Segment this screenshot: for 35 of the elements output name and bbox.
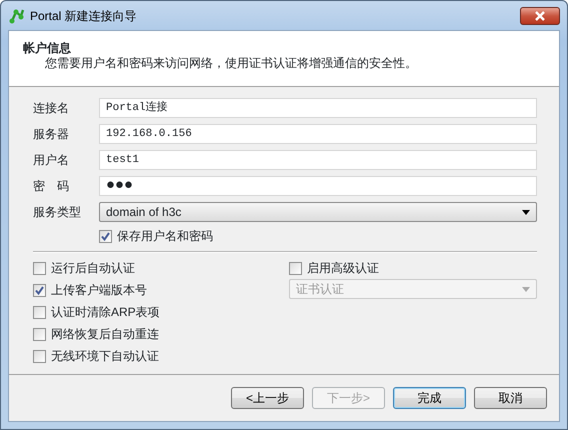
field-label: 密 码 — [33, 178, 70, 195]
wizard-button[interactable]: 取消 — [474, 387, 547, 409]
checkbox-label[interactable]: 无线环境下自动认证 — [51, 347, 159, 365]
checkbox[interactable] — [33, 262, 46, 274]
checkbox-label[interactable]: 保存用户名和密码 — [117, 227, 213, 245]
field-label: 连接名 — [33, 100, 70, 117]
checkbox-label[interactable]: 认证时清除ARP表项 — [51, 303, 160, 321]
caret-icon — [522, 210, 530, 214]
checkbox-label[interactable]: 启用高级认证 — [307, 259, 379, 277]
checkbox-label[interactable]: 运行后自动认证 — [51, 259, 135, 277]
page-heading: 帐户信息 — [23, 41, 72, 55]
field-label: 用户名 — [33, 152, 70, 169]
field-label: 服务类型 — [33, 204, 82, 221]
checkbox[interactable] — [33, 284, 46, 296]
field-label: 服务器 — [33, 126, 70, 143]
wizard-button[interactable]: 完成 — [393, 387, 466, 409]
page-description: 您需要用户名和密码来访问网络，使用证书认证将增强通信的安全性。 — [44, 55, 418, 71]
checkbox[interactable] — [33, 306, 46, 318]
close-button[interactable] — [520, 6, 560, 24]
password-field[interactable]: ●●● — [99, 176, 537, 196]
input-field[interactable]: Portal连接 — [99, 98, 537, 118]
close-icon — [534, 10, 546, 20]
checkbox[interactable] — [33, 350, 46, 362]
input-field[interactable]: 192.168.0.156 — [99, 124, 537, 144]
wizard-button[interactable]: <上一步 — [231, 387, 304, 409]
input-field[interactable]: test1 — [99, 150, 537, 170]
checkbox[interactable] — [33, 328, 46, 340]
caret-icon — [522, 286, 530, 292]
service-type-dropdown[interactable]: domain of h3c — [99, 202, 537, 222]
network-icon — [8, 6, 26, 24]
checkbox-label[interactable]: 上传客户端版本号 — [51, 281, 147, 299]
window-title: Portal 新建连接向导 — [30, 8, 137, 24]
checkbox-label[interactable]: 网络恢复后自动重连 — [51, 325, 159, 343]
checkbox[interactable] — [289, 262, 302, 274]
checkbox[interactable] — [99, 230, 112, 242]
